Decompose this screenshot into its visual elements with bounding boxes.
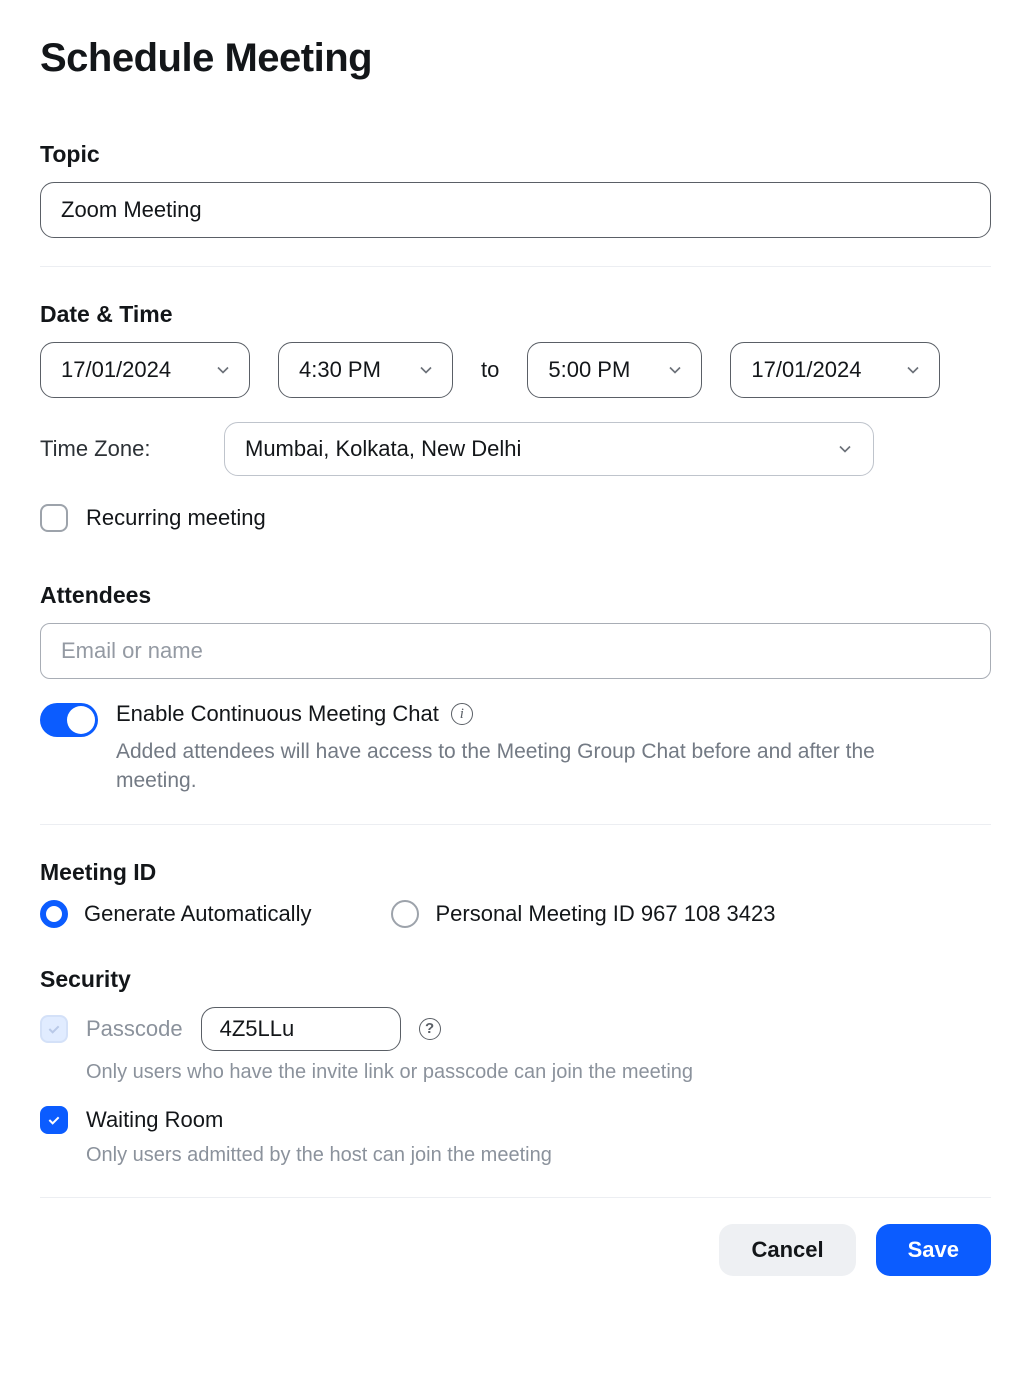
attendees-input[interactable] xyxy=(40,623,991,679)
end-time-picker[interactable]: 5:00 PM xyxy=(527,342,702,398)
check-icon xyxy=(46,1021,62,1037)
security-label: Security xyxy=(40,966,991,993)
timezone-label: Time Zone: xyxy=(40,436,190,462)
recurring-checkbox[interactable] xyxy=(40,504,68,532)
chevron-down-icon xyxy=(416,360,436,380)
end-date-value: 17/01/2024 xyxy=(751,357,861,383)
topic-input[interactable] xyxy=(40,182,991,238)
continuous-chat-toggle[interactable] xyxy=(40,703,98,737)
continuous-chat-desc: Added attendees will have access to the … xyxy=(116,737,896,796)
chevron-down-icon xyxy=(213,360,233,380)
start-date-picker[interactable]: 17/01/2024 xyxy=(40,342,250,398)
waiting-room-label: Waiting Room xyxy=(86,1107,223,1133)
chevron-down-icon xyxy=(665,360,685,380)
cancel-button[interactable]: Cancel xyxy=(719,1224,855,1276)
personal-id-label: Personal Meeting ID 967 108 3423 xyxy=(435,901,775,927)
start-time-picker[interactable]: 4:30 PM xyxy=(278,342,453,398)
to-label: to xyxy=(481,357,499,383)
info-icon[interactable]: i xyxy=(451,703,473,725)
passcode-desc: Only users who have the invite link or p… xyxy=(86,1061,991,1084)
chevron-down-icon xyxy=(903,360,923,380)
meeting-id-label: Meeting ID xyxy=(40,859,991,886)
help-icon[interactable]: ? xyxy=(419,1018,441,1040)
start-date-value: 17/01/2024 xyxy=(61,357,171,383)
timezone-value: Mumbai, Kolkata, New Delhi xyxy=(245,436,521,462)
check-icon xyxy=(46,1112,62,1128)
divider xyxy=(40,824,991,825)
toggle-knob xyxy=(67,706,95,734)
passcode-checkbox[interactable] xyxy=(40,1015,68,1043)
waiting-room-checkbox[interactable] xyxy=(40,1106,68,1134)
save-button[interactable]: Save xyxy=(876,1224,991,1276)
waiting-room-desc: Only users admitted by the host can join… xyxy=(86,1144,991,1167)
continuous-chat-title: Enable Continuous Meeting Chat xyxy=(116,701,439,727)
timezone-picker[interactable]: Mumbai, Kolkata, New Delhi xyxy=(224,422,874,476)
chevron-down-icon xyxy=(835,439,855,459)
personal-id-radio[interactable] xyxy=(391,900,419,928)
generate-auto-radio[interactable] xyxy=(40,900,68,928)
attendees-label: Attendees xyxy=(40,582,991,609)
recurring-label: Recurring meeting xyxy=(86,505,266,531)
divider xyxy=(40,266,991,267)
generate-auto-label: Generate Automatically xyxy=(84,901,311,927)
start-time-value: 4:30 PM xyxy=(299,357,381,383)
passcode-label: Passcode xyxy=(86,1016,183,1042)
end-date-picker[interactable]: 17/01/2024 xyxy=(730,342,940,398)
end-time-value: 5:00 PM xyxy=(548,357,630,383)
page-title: Schedule Meeting xyxy=(40,36,991,81)
topic-label: Topic xyxy=(40,141,991,168)
datetime-label: Date & Time xyxy=(40,301,991,328)
passcode-input[interactable] xyxy=(201,1007,401,1051)
